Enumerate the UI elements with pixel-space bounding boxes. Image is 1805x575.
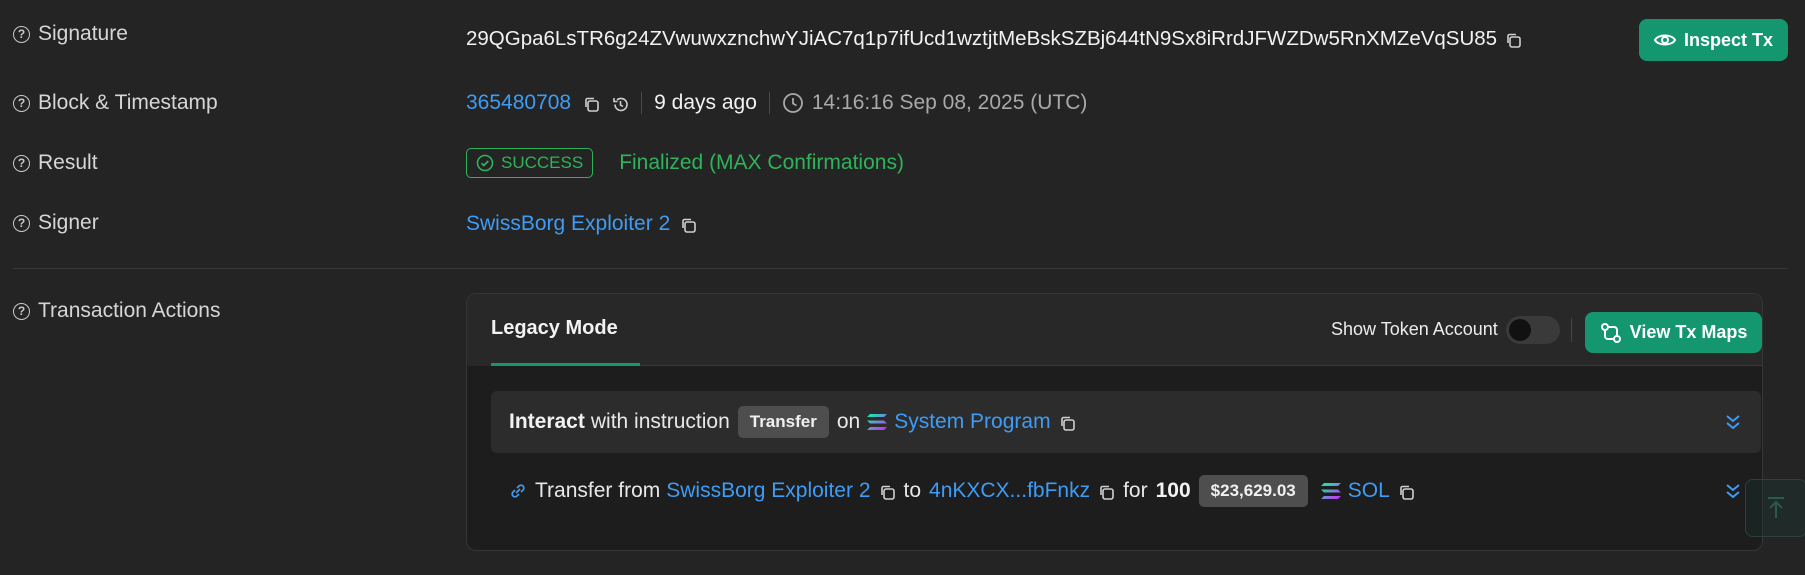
solana-icon: [1320, 483, 1341, 499]
copy-icon[interactable]: [583, 95, 600, 112]
for-text: for: [1123, 479, 1148, 502]
on-text: on: [836, 410, 861, 433]
help-icon[interactable]: ?: [13, 94, 30, 112]
actions-label: ? Transaction Actions: [13, 299, 220, 323]
finality-text: Finalized (MAX Confirmations): [619, 151, 904, 174]
signer-link[interactable]: SwissBorg Exploiter 2: [466, 212, 670, 236]
help-icon[interactable]: ?: [13, 302, 30, 320]
signer-label: ? Signer: [13, 211, 99, 235]
transfer-amount: 100: [1155, 479, 1191, 502]
help-icon[interactable]: ?: [13, 214, 30, 232]
eye-icon: [1653, 34, 1676, 46]
block-number-link[interactable]: 365480708: [466, 91, 571, 115]
divider: [641, 92, 643, 114]
transfer-from-link[interactable]: SwissBorg Exploiter 2: [666, 479, 870, 503]
block-value-wrap: 365480708 9 days ago 14:16:16 Sep 08, 20…: [466, 91, 1087, 115]
panel-header: Legacy Mode Show Token Account View Tx M…: [467, 294, 1762, 366]
copy-icon[interactable]: [1505, 31, 1522, 48]
divider: [1571, 318, 1572, 342]
route-icon: [1600, 322, 1621, 343]
scroll-to-top-button[interactable]: [1745, 479, 1805, 537]
to-text: to: [903, 479, 922, 502]
copy-icon[interactable]: [680, 216, 697, 233]
view-tx-maps-button[interactable]: View Tx Maps: [1585, 312, 1762, 353]
clock-icon: [782, 93, 803, 113]
signature-value-wrap: 29QGpa6LsTR6g24ZVwuwxznchwYJiAC7q1p7ifUc…: [466, 27, 1522, 51]
instruction-text: with instruction: [590, 410, 730, 433]
divider: [640, 365, 1762, 366]
actions-panel: Legacy Mode Show Token Account View Tx M…: [466, 293, 1763, 551]
history-icon[interactable]: [612, 95, 629, 112]
toggle-label: Show Token Account: [1331, 319, 1498, 339]
inspect-tx-button[interactable]: Inspect Tx: [1639, 19, 1788, 61]
copy-icon[interactable]: [879, 483, 896, 500]
help-icon[interactable]: ?: [13, 25, 30, 43]
result-label: ? Result: [13, 151, 98, 175]
transfer-row: Transfer from SwissBorg Exploiter 2 to 4…: [491, 460, 1761, 522]
result-value-wrap: SUCCESS Finalized (MAX Confirmations): [466, 148, 904, 178]
show-token-account-toggle[interactable]: [1506, 316, 1560, 344]
check-circle-icon: [476, 154, 494, 172]
signature-label: ? Signature: [13, 22, 128, 46]
instruction-row[interactable]: Interact with instruction Transfer on Sy…: [491, 391, 1761, 453]
signature-value: 29QGpa6LsTR6g24ZVwuwxznchwYJiAC7q1p7ifUc…: [466, 27, 1498, 50]
toggle-knob: [1509, 319, 1531, 341]
copy-icon[interactable]: [1059, 414, 1076, 431]
block-label: ? Block & Timestamp: [13, 91, 218, 115]
copy-icon[interactable]: [1098, 483, 1115, 500]
transfer-text: Transfer from: [535, 479, 661, 502]
copy-icon[interactable]: [1398, 483, 1415, 500]
chevron-double-down-icon[interactable]: [1725, 482, 1741, 500]
interact-label: Interact: [509, 410, 585, 433]
tab-legacy-mode[interactable]: Legacy Mode: [491, 317, 618, 340]
help-icon[interactable]: ?: [13, 154, 30, 172]
arrow-up-icon: [1768, 497, 1784, 518]
divider: [13, 268, 1788, 269]
divider: [768, 92, 770, 114]
instruction-type-badge: Transfer: [737, 406, 829, 438]
block-timestamp: 14:16:16 Sep 08, 2025 (UTC): [811, 91, 1088, 114]
tab-underline: [491, 363, 640, 366]
transfer-to-link[interactable]: 4nKXCX...fbFnkz: [929, 479, 1090, 503]
chevron-double-down-icon[interactable]: [1725, 413, 1741, 431]
solana-icon: [867, 414, 888, 430]
signer-value-wrap: SwissBorg Exploiter 2: [466, 212, 697, 236]
program-link[interactable]: System Program: [894, 410, 1050, 434]
link-icon: [511, 484, 525, 498]
usd-value-badge: $23,629.03: [1198, 475, 1308, 507]
block-age: 9 days ago: [654, 91, 757, 114]
token-link[interactable]: SOL: [1348, 479, 1390, 503]
status-badge: SUCCESS: [466, 148, 594, 178]
